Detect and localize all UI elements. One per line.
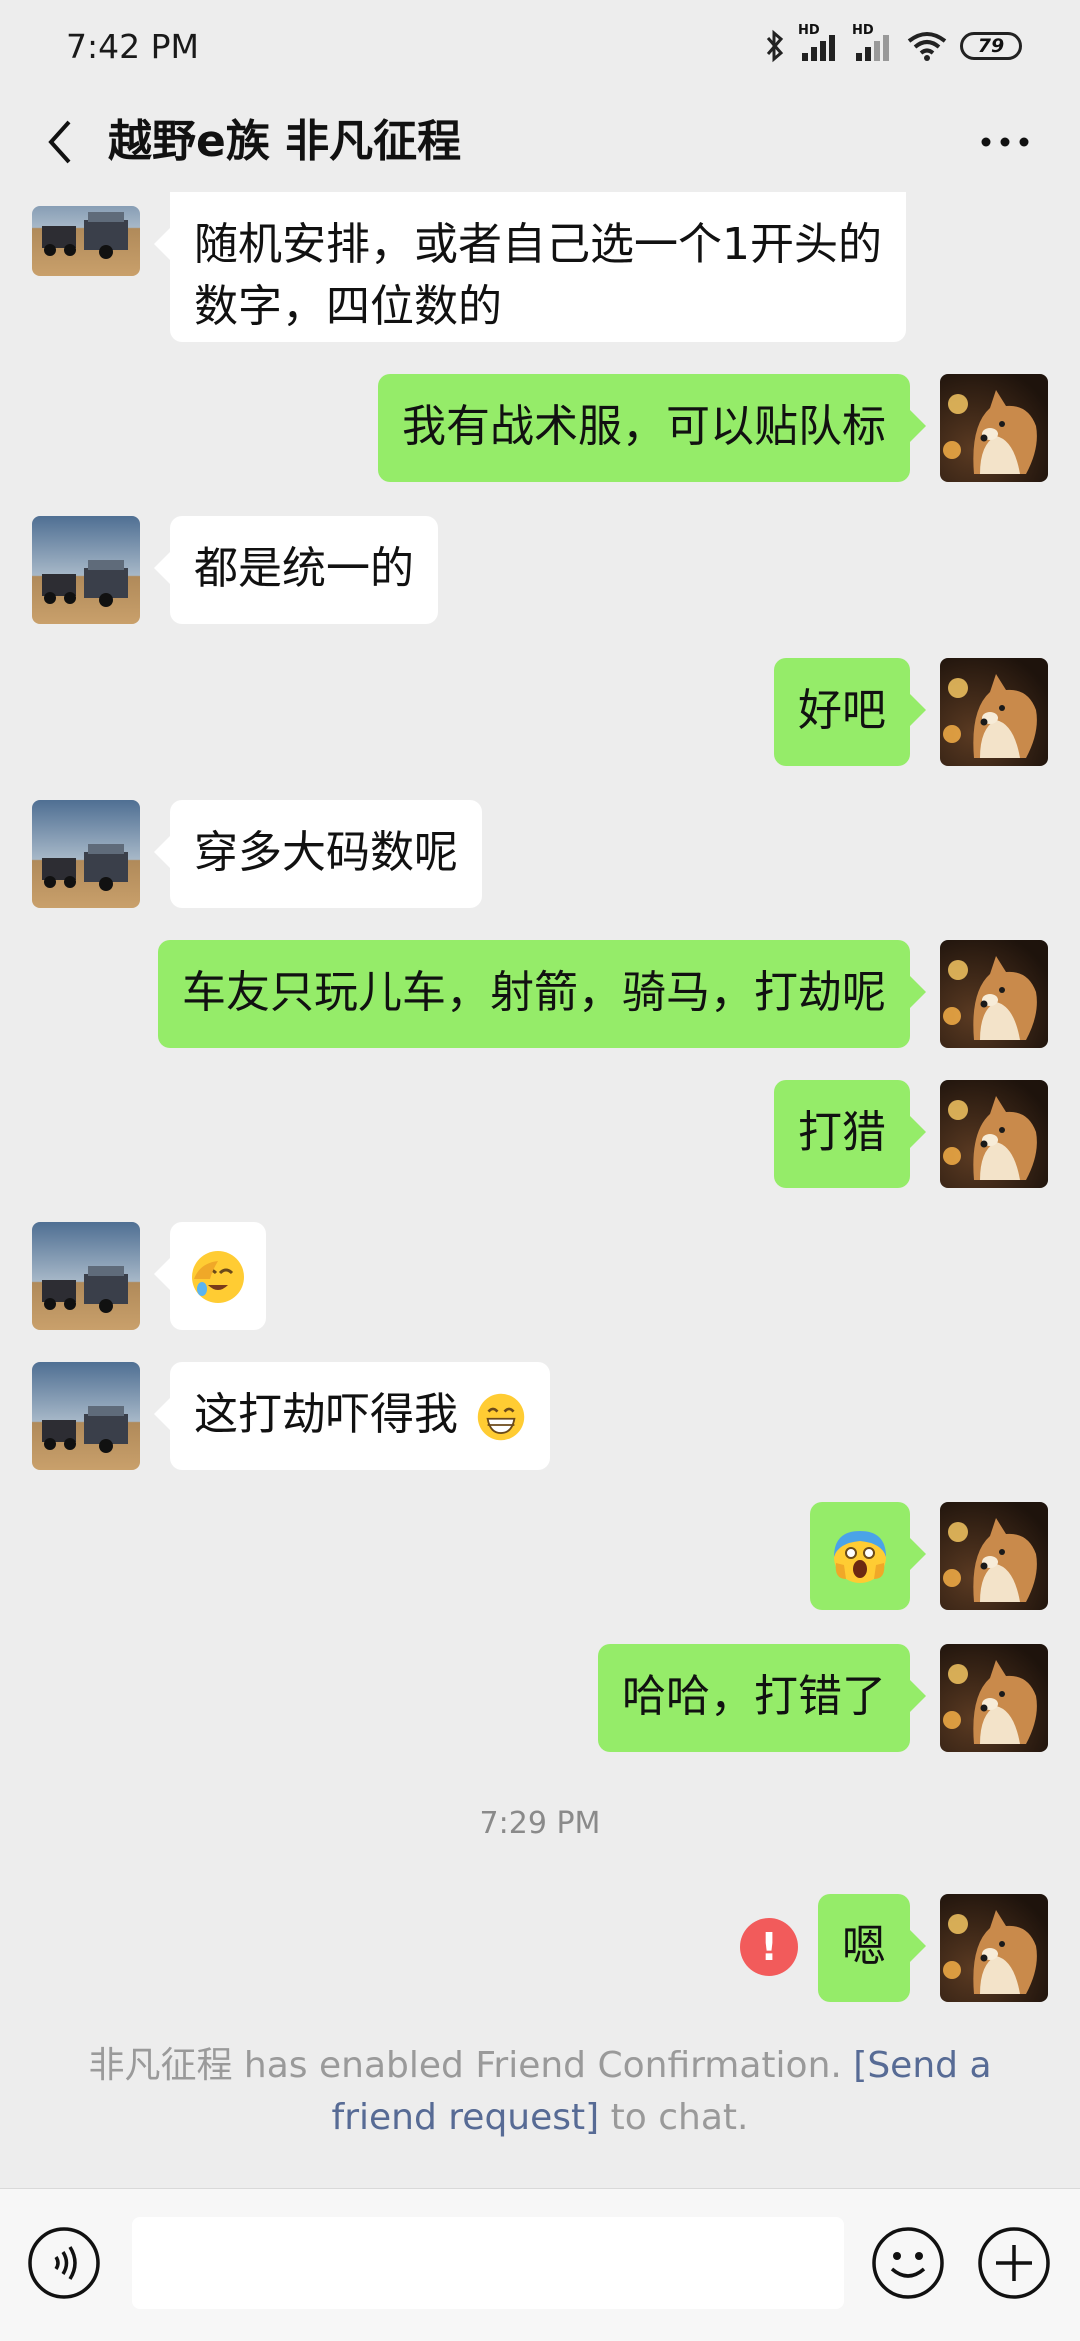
message-text: 随机安排，或者自己选一个1开头的: [194, 219, 882, 270]
wifi-icon: [906, 29, 948, 63]
message-row: 穿多大码数呢: [0, 800, 1080, 908]
message-bubble-incoming[interactable]: 穿多大码数呢: [154, 800, 482, 908]
message-text: 数字，四位数的: [194, 281, 502, 332]
contact-avatar[interactable]: [32, 206, 140, 276]
my-avatar[interactable]: [940, 1644, 1048, 1752]
message-row: 都是统一的: [0, 516, 1080, 624]
friend-confirmation-notice: 非凡征程 has enabled Friend Confirmation. [S…: [60, 2040, 1020, 2144]
status-bar: 7:42 PM HD HD 79: [0, 0, 1080, 92]
message-bubble-outgoing[interactable]: 好吧: [774, 658, 926, 766]
my-avatar[interactable]: [940, 374, 1048, 482]
message-text: 这打劫吓得我: [194, 1389, 458, 1440]
signal-icon: HD: [798, 23, 840, 63]
message-bubble-outgoing[interactable]: 我有战术服，可以贴队标: [378, 374, 926, 482]
contact-avatar[interactable]: [32, 1362, 140, 1470]
notice-text: to chat.: [599, 2097, 749, 2138]
more-options-button[interactable]: [970, 114, 1040, 170]
more-functions-plus-icon[interactable]: [976, 2225, 1052, 2301]
back-button[interactable]: [32, 114, 88, 170]
message-bubble-outgoing[interactable]: 车友只玩儿车，射箭，骑马，打劫呢: [158, 940, 926, 1048]
message-row: 我有战术服，可以贴队标: [0, 374, 1080, 482]
bluetooth-icon: [764, 29, 786, 63]
signal-icon: HD: [852, 23, 894, 63]
message-row: 打猎: [0, 1080, 1080, 1188]
scream-emoji-icon: [834, 1531, 886, 1583]
contact-avatar[interactable]: [32, 516, 140, 624]
status-icons: HD HD 79: [764, 23, 1022, 63]
message-row: 好吧: [0, 658, 1080, 766]
message-row: 嗯: [0, 1894, 1080, 2002]
contact-avatar[interactable]: [32, 800, 140, 908]
message-timestamp: 7:29 PM: [479, 1806, 601, 1841]
battery-indicator: 79: [960, 32, 1022, 60]
message-row: 车友只玩儿车，射箭，骑马，打劫呢: [0, 940, 1080, 1048]
chat-input-bar: [0, 2188, 1080, 2341]
message-bubble-outgoing[interactable]: 嗯: [818, 1894, 926, 2002]
message-row: 随机安排，或者自己选一个1开头的 数字，四位数的: [0, 192, 1080, 342]
message-row: [0, 1502, 1080, 1610]
message-bubble-incoming[interactable]: 随机安排，或者自己选一个1开头的 数字，四位数的: [154, 192, 906, 342]
signal-hd-label: HD: [852, 23, 874, 38]
message-bubble-outgoing[interactable]: 哈哈，打错了: [598, 1644, 926, 1752]
my-avatar[interactable]: [940, 1894, 1048, 2002]
message-bubble-incoming[interactable]: [154, 1222, 266, 1330]
signal-hd-label: HD: [798, 23, 820, 38]
chat-title: 越野e族 非凡征程: [108, 116, 462, 167]
message-row: 哈哈，打错了: [0, 1644, 1080, 1752]
message-bubble-outgoing[interactable]: 打猎: [774, 1080, 926, 1188]
message-bubble-outgoing[interactable]: [810, 1502, 926, 1610]
more-icon: [981, 137, 1029, 147]
message-input[interactable]: [132, 2217, 844, 2309]
my-avatar[interactable]: [940, 1080, 1048, 1188]
my-avatar[interactable]: [940, 658, 1048, 766]
contact-avatar[interactable]: [32, 1222, 140, 1330]
status-time: 7:42 PM: [66, 26, 199, 66]
message-bubble-incoming[interactable]: 都是统一的: [154, 516, 438, 624]
message-row: [0, 1222, 1080, 1330]
chat-header: 越野e族 非凡征程: [0, 92, 1080, 192]
my-avatar[interactable]: [940, 940, 1048, 1048]
facepalm-emoji-icon: [192, 1251, 244, 1303]
back-arrow-icon: [48, 120, 71, 164]
message-row: 这打劫吓得我: [0, 1362, 1080, 1470]
my-avatar[interactable]: [940, 1502, 1048, 1610]
emoji-picker-icon[interactable]: [870, 2225, 946, 2301]
message-bubble-incoming[interactable]: 这打劫吓得我: [154, 1362, 550, 1470]
grin-emoji-icon: [477, 1393, 525, 1441]
send-failed-icon[interactable]: !: [740, 1918, 798, 1976]
voice-input-icon[interactable]: [26, 2225, 102, 2301]
notice-text: 非凡征程 has enabled Friend Confirmation.: [88, 2045, 854, 2086]
